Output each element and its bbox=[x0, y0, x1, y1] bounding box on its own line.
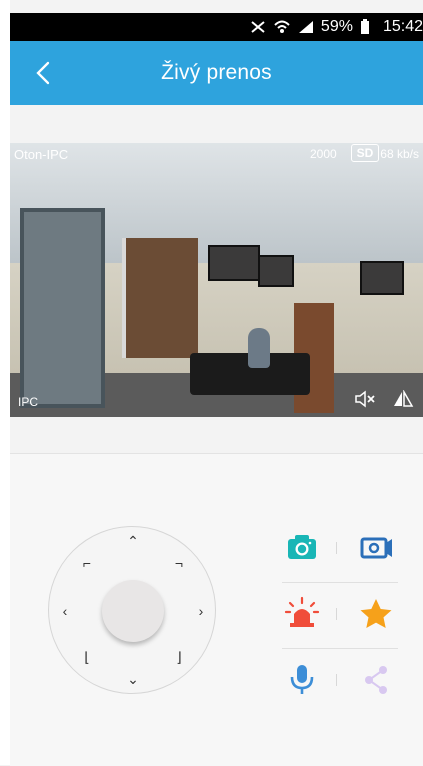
star-icon bbox=[360, 599, 392, 628]
ptz-up-right-arrow[interactable]: ¬ bbox=[171, 555, 187, 571]
flip-button[interactable] bbox=[392, 389, 414, 408]
tools-divider-vertical bbox=[336, 542, 337, 554]
video-glass-door bbox=[20, 208, 105, 408]
ptz-right-arrow[interactable]: › bbox=[193, 603, 209, 619]
tools-divider-horizontal bbox=[282, 648, 398, 649]
video-watermark: IPC bbox=[18, 395, 39, 409]
ptz-up-left-arrow[interactable]: ⌐ bbox=[79, 555, 95, 571]
microphone-button[interactable] bbox=[282, 661, 322, 699]
camera-icon bbox=[288, 535, 316, 559]
quality-badge[interactable]: SD bbox=[351, 144, 379, 162]
ptz-left-arrow[interactable]: ‹ bbox=[57, 603, 73, 619]
camera-name: Oton-IPC bbox=[14, 147, 69, 162]
video-wall-picture-3 bbox=[360, 261, 404, 295]
favorite-button[interactable] bbox=[356, 595, 396, 633]
mute-button[interactable] bbox=[354, 390, 376, 408]
record-button[interactable] bbox=[356, 529, 396, 567]
status-bar: 59% 15:42 bbox=[10, 13, 423, 41]
snapshot-button[interactable] bbox=[282, 529, 322, 567]
ptz-up-arrow[interactable]: ⌃ bbox=[125, 533, 141, 549]
alarm-button[interactable] bbox=[282, 595, 322, 633]
status-bar-right: 59% 15:42 bbox=[249, 18, 423, 36]
alarm-icon bbox=[284, 596, 320, 627]
share-button[interactable] bbox=[356, 661, 396, 699]
tools-divider-vertical bbox=[336, 608, 337, 620]
ptz-down-arrow[interactable]: ⌄ bbox=[125, 671, 141, 687]
bitrate-label: 68 kb/s bbox=[380, 147, 419, 161]
control-panel: ⌃ ⌄ ‹ › ⌐ ¬ ⌊ ⌋ bbox=[10, 453, 423, 766]
battery-icon bbox=[359, 19, 377, 35]
video-shelf bbox=[122, 238, 198, 358]
flip-icon bbox=[394, 389, 414, 407]
video-person bbox=[248, 328, 270, 368]
battery-percent: 59% bbox=[320, 18, 353, 35]
wifi-icon bbox=[273, 19, 291, 35]
microphone-icon bbox=[290, 665, 314, 694]
mute-icon bbox=[355, 390, 375, 408]
page-title: Živý prenos bbox=[161, 61, 272, 84]
vibrate-icon bbox=[249, 19, 267, 35]
tools-divider-vertical bbox=[336, 674, 337, 686]
video-wall-picture-1 bbox=[208, 245, 260, 281]
camera-timestamp: 2000 bbox=[310, 147, 337, 161]
ptz-dpad[interactable]: ⌃ ⌄ ‹ › ⌐ ¬ ⌊ ⌋ bbox=[48, 526, 216, 694]
tools-divider-horizontal bbox=[282, 582, 398, 583]
ptz-center-knob[interactable] bbox=[102, 580, 164, 642]
app-header: Živý prenos bbox=[10, 41, 423, 105]
status-time: 15:42 bbox=[382, 18, 423, 35]
signal-icon bbox=[297, 19, 315, 35]
action-tools bbox=[276, 529, 404, 694]
ptz-down-left-arrow[interactable]: ⌊ bbox=[79, 649, 95, 665]
share-icon bbox=[365, 666, 387, 694]
live-video[interactable]: Oton-IPC 2000 SD 68 kb/s IPC bbox=[10, 143, 423, 417]
video-wall-picture-2 bbox=[258, 255, 294, 287]
video-record-icon bbox=[360, 537, 392, 559]
ptz-down-right-arrow[interactable]: ⌋ bbox=[171, 649, 187, 665]
